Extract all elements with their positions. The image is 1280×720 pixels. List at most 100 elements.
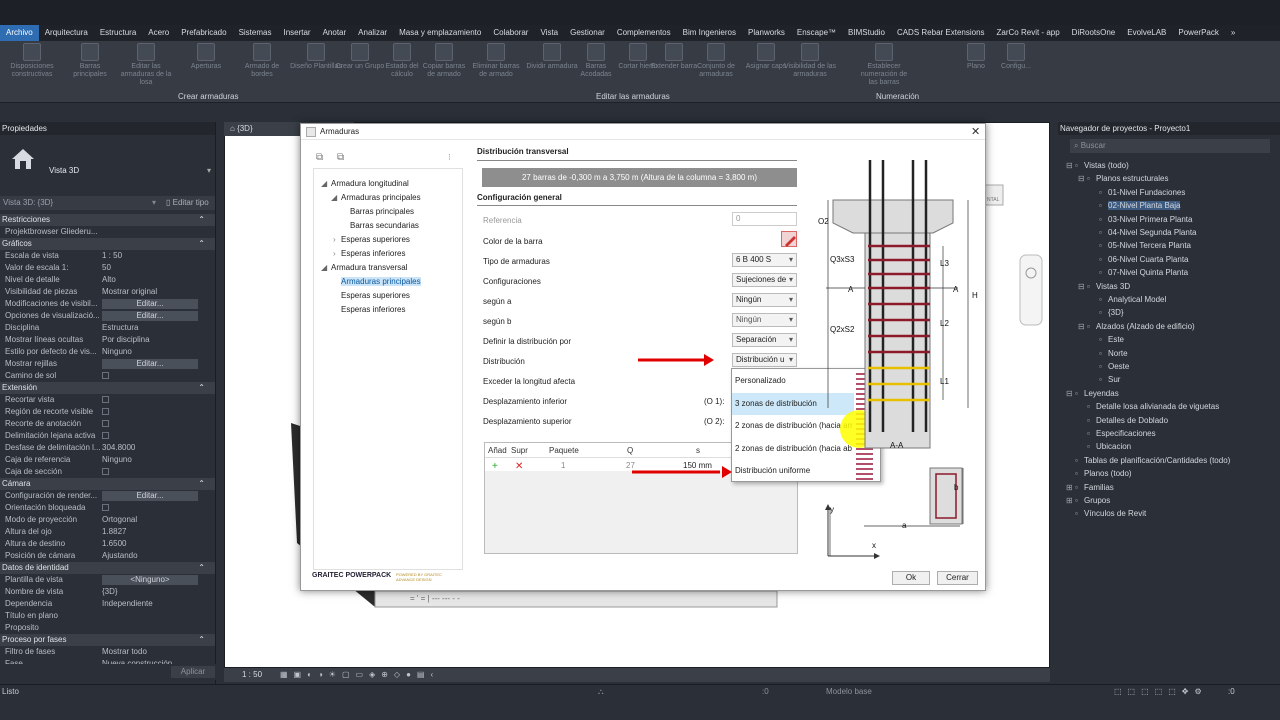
ribbon-button[interactable]: Aperturas	[180, 43, 232, 71]
tree-toggle-icon[interactable]: ⊞	[1066, 496, 1073, 505]
ribbon-tab[interactable]: Anotar	[317, 25, 353, 41]
property-value[interactable]: Estructura	[100, 322, 215, 334]
tree-item[interactable]: Esperas superiores	[341, 291, 410, 300]
property-section[interactable]: Datos de identidad ⌃	[0, 562, 215, 574]
property-value[interactable]: {3D}	[100, 586, 215, 598]
property-value[interactable]: Independiente	[100, 598, 215, 610]
property-value[interactable]: Editar...	[100, 490, 215, 502]
tree-toggle-icon[interactable]: ◢	[321, 263, 327, 272]
workset-icon[interactable]: ⛬	[598, 685, 604, 699]
browser-item[interactable]: Leyendas	[1084, 389, 1119, 398]
type-selector[interactable]: Vista 3D ▾	[0, 135, 215, 188]
tree-item[interactable]: Esperas superiores	[341, 235, 410, 244]
browser-item[interactable]: 06-Nivel Cuarta Planta	[1108, 255, 1188, 264]
info-icon[interactable]: ⁝	[448, 152, 451, 163]
ribbon-button[interactable]: Armado de bordes	[236, 43, 288, 79]
property-value[interactable]	[100, 622, 215, 634]
ribbon-button[interactable]: Copiar barras de armado	[418, 43, 470, 79]
browser-item[interactable]: Sur	[1108, 375, 1120, 384]
ribbon-tab[interactable]: CADS Rebar Extensions	[891, 25, 991, 41]
browser-item[interactable]: Ubicacion	[1096, 442, 1131, 451]
apply-button[interactable]: Aplicar	[171, 666, 215, 678]
ribbon-tab[interactable]: EvolveLAB	[1121, 25, 1172, 41]
property-section[interactable]: Gráficos ⌃	[0, 238, 215, 250]
tree-toggle-icon[interactable]: ⊟	[1066, 161, 1073, 170]
ribbon-tab[interactable]: Estructura	[94, 25, 142, 41]
selection-filter-icons[interactable]: ⬚⬚⬚⬚⬚✥⚙	[1114, 685, 1208, 699]
filter-count[interactable]: :0	[1228, 685, 1235, 699]
browser-item[interactable]: Detalle losa alivianada de viguetas	[1096, 402, 1219, 411]
browser-item[interactable]: Vínculos de Revit	[1084, 509, 1146, 518]
design-option[interactable]: Modelo base	[826, 685, 872, 699]
ribbon-tab[interactable]: DiRootsOne	[1066, 25, 1122, 41]
tree-item[interactable]: Armadura longitudinal	[331, 179, 409, 188]
ribbon-tab[interactable]: ZarCo Revit - app	[991, 25, 1066, 41]
browser-item[interactable]: {3D}	[1108, 308, 1124, 317]
property-value[interactable]	[100, 610, 215, 622]
tree-toggle-icon[interactable]: ›	[333, 249, 336, 258]
collapse-icon[interactable]: ⌃	[198, 238, 205, 250]
ribbon-tab[interactable]: Archivo	[0, 25, 39, 41]
property-value[interactable]: Editar...	[100, 358, 215, 370]
tree-toggle-icon[interactable]: ⊟	[1078, 322, 1085, 331]
browser-item[interactable]: Alzados (Alzado de edificio)	[1096, 322, 1195, 331]
ribbon-tab[interactable]: Prefabricado	[175, 25, 232, 41]
browser-search-input[interactable]: ⌕ Buscar	[1070, 139, 1270, 153]
browser-item[interactable]: Tablas de planificación/Cantidades (todo…	[1084, 456, 1230, 465]
ribbon-tab[interactable]: Masa y emplazamiento	[393, 25, 487, 41]
property-checkbox[interactable]	[102, 408, 109, 415]
property-value[interactable]: Ajustando	[100, 550, 215, 562]
property-edit-button[interactable]: Editar...	[102, 311, 198, 321]
tree-item[interactable]: Armadura transversal	[331, 263, 407, 272]
property-checkbox[interactable]	[102, 420, 109, 427]
property-value[interactable]: 1.8827	[100, 526, 215, 538]
tree-toggle-icon[interactable]: ⊟	[1066, 389, 1073, 398]
more-tabs-icon[interactable]: »	[1225, 25, 1241, 41]
chevron-down-icon[interactable]: ▾	[152, 196, 156, 210]
view-scale[interactable]: 1 : 50	[242, 668, 262, 682]
browser-item[interactable]: 03-Nivel Primera Planta	[1108, 215, 1192, 224]
browser-item[interactable]: Planos estructurales	[1096, 174, 1168, 183]
browser-item[interactable]: Analytical Model	[1108, 295, 1166, 304]
property-checkbox[interactable]	[102, 468, 109, 475]
collapse-icon[interactable]: ⌃	[198, 382, 205, 394]
property-value[interactable]: Por disciplina	[100, 334, 215, 346]
property-value[interactable]: Mostrar todo	[100, 646, 215, 658]
property-value[interactable]: 50	[100, 262, 215, 274]
ribbon-tab[interactable]: Colaborar	[487, 25, 534, 41]
tree-item[interactable]: Esperas inferiores	[341, 305, 405, 314]
ribbon-tab[interactable]: Analizar	[352, 25, 393, 41]
ribbon-tab[interactable]: Vista	[534, 25, 564, 41]
ok-button[interactable]: Ok	[892, 571, 930, 585]
editable-count[interactable]: :0	[762, 685, 769, 699]
browser-item[interactable]: Especificaciones	[1096, 429, 1156, 438]
ribbon-tab[interactable]: Bim Ingenieros	[677, 25, 742, 41]
collapse-icon[interactable]: ⌃	[198, 562, 205, 574]
ribbon-tab[interactable]: Gestionar	[564, 25, 611, 41]
instance-selector[interactable]: Vista 3D: {3D}	[0, 198, 53, 207]
property-edit-button[interactable]: <Ninguno>	[102, 575, 198, 585]
tree-item[interactable]: Esperas inferiores	[341, 249, 405, 258]
browser-item[interactable]: 05-Nivel Tercera Planta	[1108, 241, 1191, 250]
property-value[interactable]: Ninguno	[100, 346, 215, 358]
tree-item[interactable]: Armaduras principales	[341, 277, 421, 286]
ribbon-button[interactable]: Establecer numeración de las barras	[858, 43, 910, 87]
property-checkbox[interactable]	[102, 432, 109, 439]
property-edit-button[interactable]: Editar...	[102, 299, 198, 309]
ribbon-button[interactable]: Visibilidad de las armaduras	[784, 43, 836, 79]
property-value[interactable]: Ortogonal	[100, 514, 215, 526]
ribbon-tab[interactable]: PowerPack	[1172, 25, 1224, 41]
close-icon[interactable]: ✕	[971, 124, 980, 140]
browser-item[interactable]: 04-Nivel Segunda Planta	[1108, 228, 1197, 237]
property-edit-button[interactable]: Editar...	[102, 359, 198, 369]
browser-item[interactable]: Vistas (todo)	[1084, 161, 1129, 170]
ribbon-tab[interactable]: Insertar	[277, 25, 316, 41]
tree-toggle-icon[interactable]: ⊟	[1078, 282, 1085, 291]
browser-item[interactable]: Oeste	[1108, 362, 1129, 371]
ribbon-button[interactable]: Disposiciones constructivas	[6, 43, 58, 79]
browser-item[interactable]: Grupos	[1084, 496, 1110, 505]
property-value[interactable]: Mostrar original	[100, 286, 215, 298]
browser-item[interactable]: Planos (todo)	[1084, 469, 1132, 478]
browser-item[interactable]: Vistas 3D	[1096, 282, 1130, 291]
browser-item[interactable]: Familias	[1084, 483, 1114, 492]
